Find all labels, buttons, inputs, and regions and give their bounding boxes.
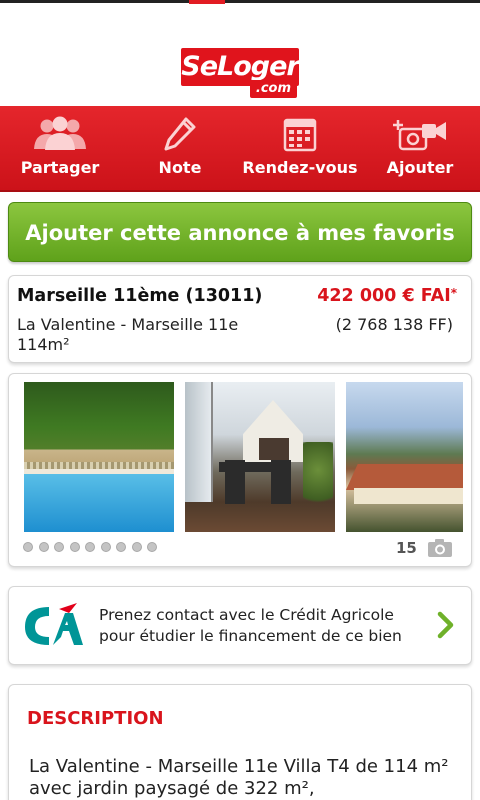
photo-hills[interactable] — [346, 382, 463, 532]
listing-location: La Valentine - Marseille 11e 114m² — [17, 315, 238, 355]
pager-dot[interactable] — [131, 542, 142, 552]
listing-city: Marseille 11ème (13011) — [17, 286, 263, 306]
listing-price-ff: (2 768 138 FF) — [335, 315, 453, 334]
pager-dot[interactable] — [116, 542, 126, 552]
pager-dot[interactable] — [38, 542, 49, 552]
photo-terrace-plant — [303, 442, 333, 522]
price-value: 422 000 € FAI — [317, 286, 451, 306]
gallery-pager[interactable] — [23, 542, 157, 554]
camera-icon — [427, 538, 453, 562]
share-button[interactable]: Partager — [0, 106, 120, 190]
description-title: DESCRIPTION — [27, 708, 164, 729]
photo-terrace-chair — [225, 460, 245, 504]
pager-dot[interactable] — [147, 542, 157, 552]
financing-text: Prenez contact avec le Crédit Agricole p… — [99, 605, 402, 647]
status-divider — [0, 0, 480, 3]
calendar-icon — [240, 116, 360, 152]
financing-banner[interactable]: Prenez contact avec le Crédit Agricole p… — [8, 586, 472, 665]
photo-terrace[interactable] — [185, 382, 335, 532]
share-users-icon — [0, 116, 120, 152]
listing-price: 422 000 € FAI* — [317, 286, 457, 306]
pencil-icon — [120, 116, 240, 152]
add-to-favorites-button[interactable]: Ajouter cette annonce à mes favoris — [8, 202, 472, 262]
photo-hills-awning — [354, 488, 463, 504]
pager-dot[interactable] — [85, 542, 95, 552]
status-marker — [189, 0, 225, 4]
financing-text-line1: Prenez contact avec le Crédit Agricole — [99, 606, 394, 624]
add-label: Ajouter — [386, 158, 454, 177]
listing-summary-card: Marseille 11ème (13011) 422 000 € FAI* L… — [8, 275, 472, 363]
pager-dot[interactable] — [69, 542, 80, 552]
pager-dot[interactable] — [23, 542, 33, 552]
description-card: DESCRIPTION La Valentine - Marseille 11e… — [8, 684, 472, 800]
photo-hills-roof — [346, 464, 463, 490]
photo-pool[interactable] — [24, 382, 174, 532]
seloger-logo: SeLoger .com — [181, 48, 300, 98]
add-button[interactable]: Ajouter — [360, 106, 480, 190]
photo-pool-edge — [24, 469, 174, 474]
appointment-label: Rendez-vous — [242, 158, 358, 177]
photo-gallery[interactable]: 15 — [8, 373, 472, 567]
photo-terrace-door — [185, 382, 213, 502]
action-bar: Partager Note Rendez-vous Ajouter — [0, 106, 480, 192]
pager-dot[interactable] — [54, 542, 64, 552]
financing-text-line2: pour étudier le financement de ce bien — [99, 627, 402, 645]
app-header: SeLoger .com — [0, 0, 480, 106]
appointment-button[interactable]: Rendez-vous — [240, 106, 360, 190]
add-photo-icon — [360, 116, 480, 152]
photo-terrace-barbecue-opening — [259, 438, 289, 460]
share-label: Partager — [20, 158, 100, 177]
photo-terrace-chair — [271, 460, 291, 504]
photo-count: 15 — [396, 539, 417, 557]
logo-sub-text: .com — [249, 80, 297, 98]
pager-dot[interactable] — [100, 542, 111, 552]
note-label: Note — [158, 158, 202, 177]
description-text: La Valentine - Marseille 11e Villa T4 de… — [29, 756, 449, 799]
chevron-right-icon — [437, 611, 455, 643]
note-button[interactable]: Note — [120, 106, 240, 190]
price-marker: * — [450, 286, 457, 300]
listing-surface: 114m² — [17, 335, 70, 354]
listing-location-text: La Valentine - Marseille 11e — [17, 315, 239, 334]
credit-agricole-logo — [19, 601, 85, 651]
